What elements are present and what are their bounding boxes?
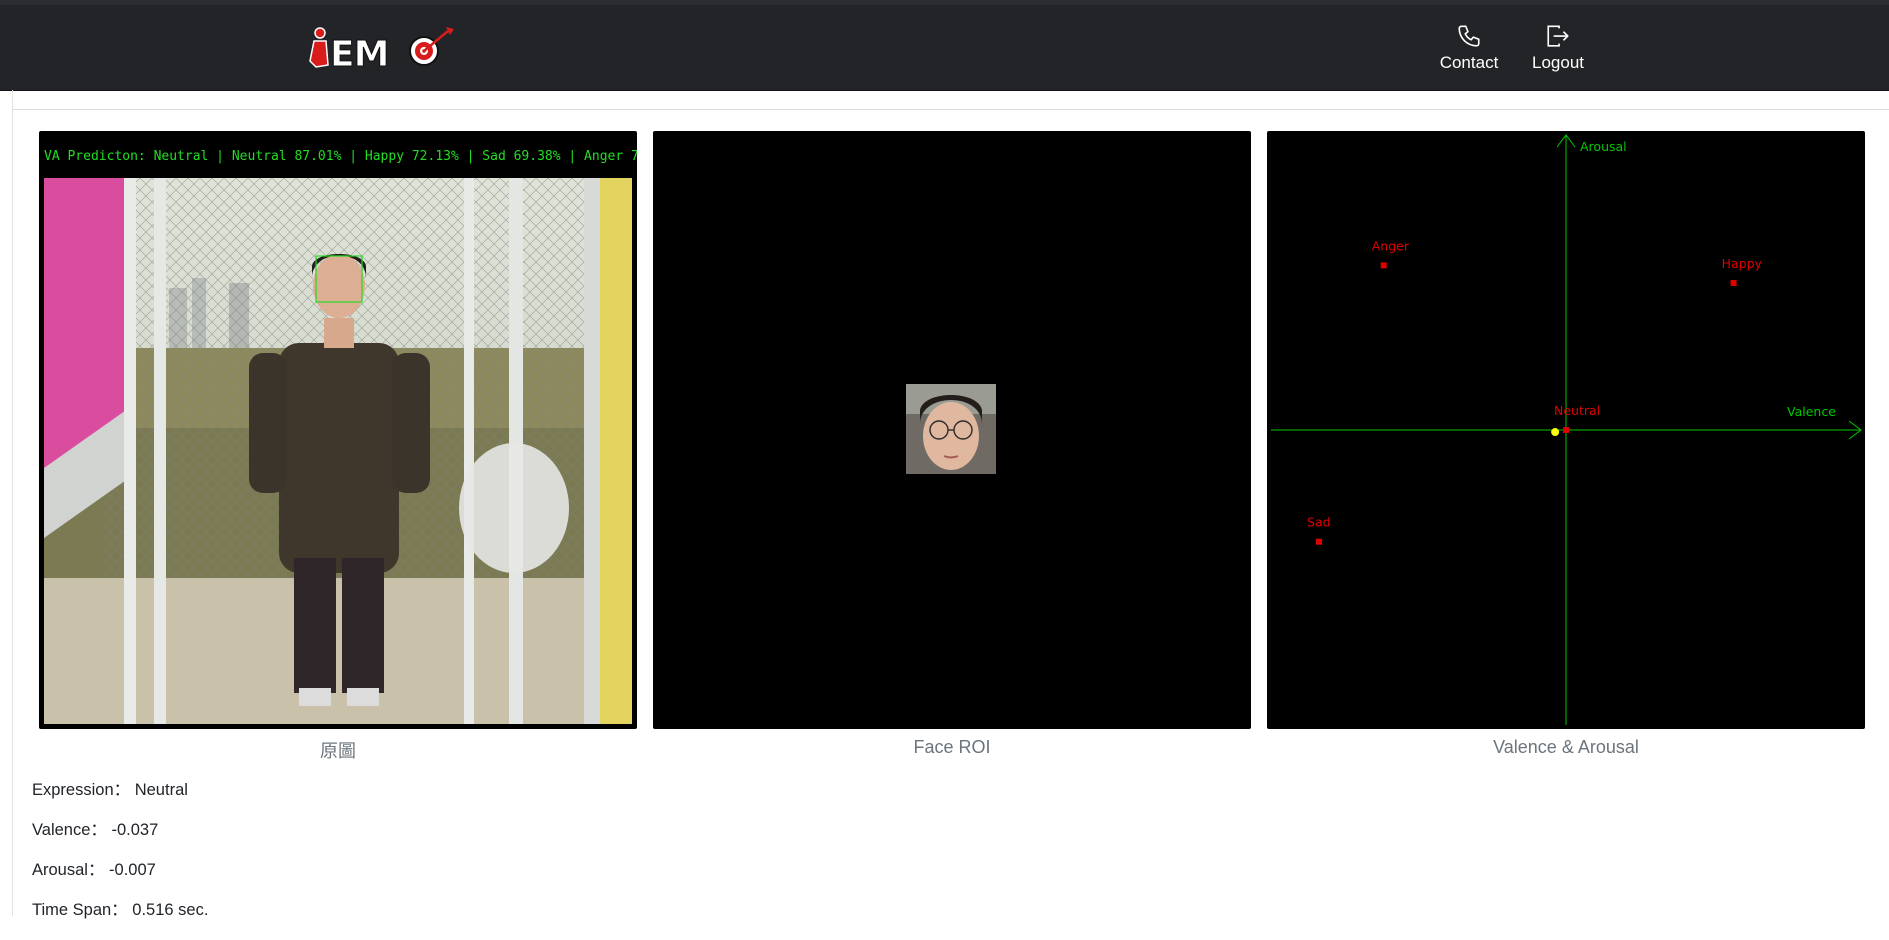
time-span-label: Time Span： [32,901,128,919]
nav-contact-label: Contact [1439,53,1499,72]
nav-logout-label: Logout [1532,53,1584,72]
valence-row: Valence： -0.037 [32,820,208,860]
point-label-happy: Happy [1722,256,1763,271]
arousal-row: Arousal： -0.007 [32,860,208,900]
face-roi-panel [653,131,1251,729]
point-happy [1730,280,1737,286]
nav-contact[interactable]: Contact [1434,23,1504,73]
expression-value: Neutral [134,781,188,799]
point-sad [1316,538,1323,545]
original-caption: 原圖 [320,741,356,761]
valence-arousal-caption: Valence & Arousal [1493,737,1639,757]
nav-logout[interactable]: Logout [1523,23,1593,73]
time-span-value: 0.516 sec. [132,901,209,919]
valence-arousal-panel: Valence Arousal Anger Happy Neutral Sad [1267,131,1865,729]
valence-arousal-chart: Valence Arousal Anger Happy Neutral Sad [1271,134,1862,725]
logo-graphic: EM [309,27,454,76]
phone-icon [1458,25,1480,47]
va-prediction-overlay: VA Predicton: Neutral | Neutral 87.01% |… [44,149,637,164]
expression-label: Expression： [32,781,131,799]
svg-text:EM: EM [330,34,388,75]
point-label-neutral: Neutral [1554,403,1600,418]
divider [12,109,1889,110]
point-anger [1380,262,1387,269]
navbar: EM Contact Logout [0,5,1889,91]
valence-axis-label: Valence [1787,404,1836,419]
prediction-point [1551,428,1560,437]
arousal-axis-label: Arousal [1580,139,1627,154]
point-label-sad: Sad [1307,515,1331,530]
valence-value: -0.037 [111,821,159,839]
face-roi-image [906,384,996,474]
arousal-label: Arousal： [32,861,105,879]
original-image-panel: VA Predicton: Neutral | Neutral 87.01% |… [39,131,637,729]
point-neutral [1563,427,1569,433]
arousal-value: -0.007 [109,861,156,879]
time-span-row: Time Span： 0.516 sec. [32,900,208,940]
valence-label: Valence： [32,821,107,839]
face-roi-caption: Face ROI [913,737,991,757]
logout-icon [1547,25,1569,47]
point-label-anger: Anger [1372,238,1410,253]
iemo-logo[interactable]: EM [306,23,456,76]
results-list: Expression： Neutral Valence： -0.037 Arou… [32,780,208,940]
original-photo [44,178,632,724]
expression-row: Expression： Neutral [32,780,208,820]
